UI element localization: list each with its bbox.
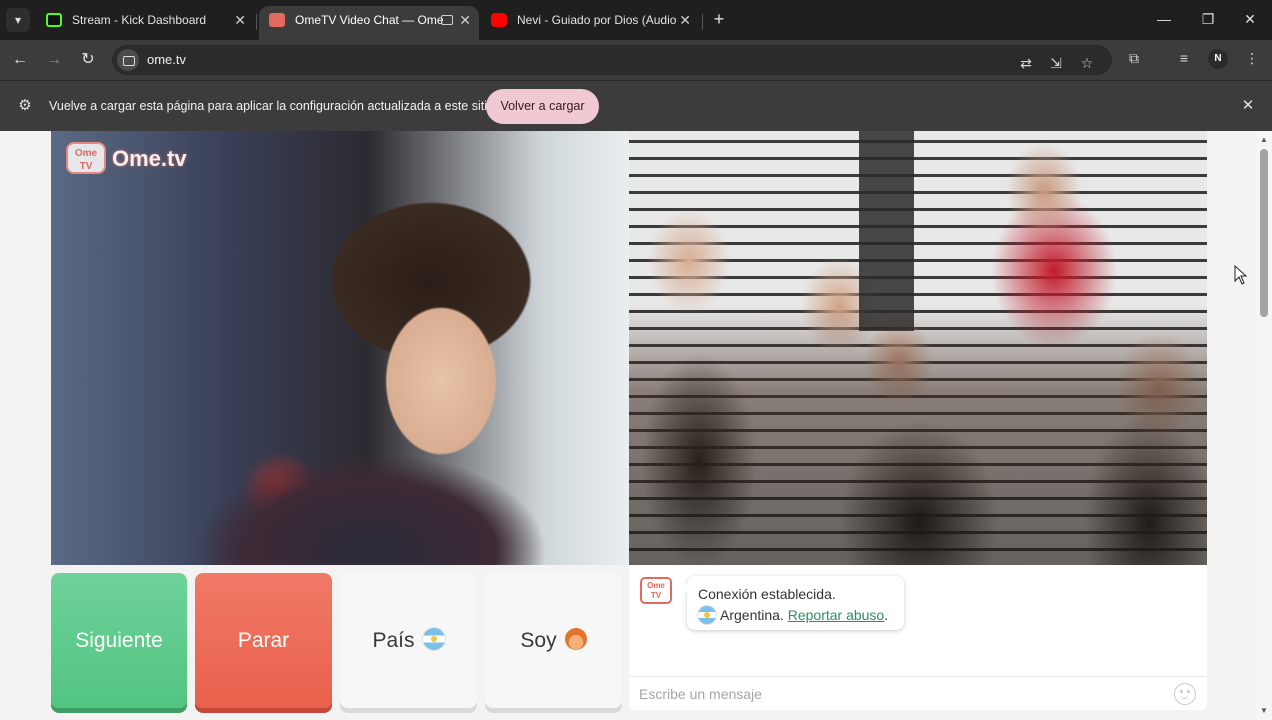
local-video — [51, 131, 629, 565]
gender-select-button[interactable]: Soy — [485, 573, 622, 708]
scrollbar-thumb[interactable] — [1260, 149, 1268, 317]
stop-button-label: Parar — [237, 628, 290, 652]
minimize-icon[interactable]: — — [1152, 8, 1176, 30]
tab-separator — [702, 14, 703, 30]
browser-titlebar: ▾ Stream - Kick Dashboard ✕ OmeTV Video … — [0, 0, 1272, 40]
tab-title: OmeTV Video Chat — Ome — [295, 13, 444, 27]
report-suffix: . — [884, 607, 889, 623]
youtube-favicon-icon — [491, 13, 507, 27]
partner-country-line: Argentina. Reportar abuso. — [698, 605, 893, 626]
tab-close-icon[interactable]: ✕ — [459, 6, 471, 34]
infobar-message: Vuelve a cargar esta página para aplicar… — [49, 99, 494, 113]
forward-icon[interactable]: → — [43, 49, 65, 71]
next-button[interactable]: Siguiente — [51, 573, 187, 708]
tab-search-icon[interactable]: ▾ — [6, 8, 30, 32]
gear-icon: ⚙ — [18, 97, 32, 114]
ometv-favicon-icon — [269, 13, 285, 27]
install-app-icon[interactable]: ⇲ — [1047, 54, 1065, 72]
message-input[interactable] — [639, 683, 1159, 705]
message-input-bar — [629, 676, 1207, 710]
remote-video — [629, 131, 1207, 565]
reload-icon[interactable]: ↻ — [77, 49, 99, 71]
system-message-bubble: Conexión establecida. Argentina. Reporta… — [681, 576, 904, 630]
tab-separator — [256, 14, 257, 30]
next-button-label: Siguiente — [75, 628, 163, 652]
page-scrollbar[interactable]: ▲ ▼ — [1256, 131, 1272, 720]
reload-infobar: ⚙ Vuelve a cargar esta página para aplic… — [0, 80, 1272, 131]
tab-close-icon[interactable]: ✕ — [234, 6, 246, 34]
country-button-label: País — [372, 628, 415, 652]
ometv-chat-logo-icon: Ome TV — [640, 577, 672, 604]
tab-youtube-nevi[interactable]: Nevi - Guiado por Dios (Audio ✕ — [481, 6, 699, 40]
person-emoji-icon — [564, 627, 587, 650]
remote-video-shade — [629, 131, 1207, 565]
bookmark-star-icon[interactable]: ☆ — [1078, 54, 1096, 72]
profile-avatar[interactable]: N — [1208, 49, 1228, 69]
chat-logo-text: Ome TV — [647, 581, 665, 600]
reload-page-button[interactable]: Volver a cargar — [486, 89, 599, 124]
me-button-label: Soy — [520, 628, 557, 652]
window-close-icon[interactable]: ✕ — [1238, 8, 1262, 30]
site-info-icon[interactable] — [117, 49, 139, 71]
report-abuse-link[interactable]: Reportar abuso — [788, 607, 885, 623]
infobar-close-icon[interactable]: ✕ — [1238, 96, 1258, 116]
extensions-icon[interactable]: ⧉ — [1125, 49, 1143, 67]
url-text[interactable]: ome.tv — [147, 45, 186, 75]
country-filter-button[interactable]: País — [340, 573, 477, 708]
tab-media-icon — [441, 15, 453, 25]
argentina-flag-icon — [422, 627, 445, 650]
tab-close-icon[interactable]: ✕ — [679, 6, 691, 34]
argentina-flag-icon — [698, 606, 716, 625]
media-queue-icon[interactable]: ≡ — [1175, 49, 1193, 67]
back-icon[interactable]: ← — [9, 49, 31, 71]
watermark-logo-text: Ome TV — [74, 148, 98, 172]
browser-toolbar: ← → ↻ ome.tv ⇄ ⇲ ☆ ⧉ ≡ ⋮ — [0, 40, 1272, 80]
browser-menu-icon[interactable]: ⋮ — [1243, 49, 1261, 67]
new-tab-icon[interactable]: + — [708, 8, 730, 30]
address-bar[interactable]: ome.tv ⇄ ⇲ ☆ — [112, 45, 1112, 75]
restore-icon[interactable]: ❐ — [1196, 8, 1220, 30]
tab-kick-dashboard[interactable]: Stream - Kick Dashboard ✕ — [36, 6, 254, 40]
chat-panel: Ome TV Conexión establecida. Argentina. … — [629, 565, 1207, 710]
scroll-down-icon[interactable]: ▼ — [1259, 706, 1269, 716]
emoji-picker-icon[interactable] — [1174, 683, 1196, 705]
stop-button[interactable]: Parar — [195, 573, 332, 708]
tab-ometv[interactable]: OmeTV Video Chat — Ome ✕ — [259, 6, 479, 40]
partner-country: Argentina. — [720, 607, 784, 623]
translate-icon[interactable]: ⇄ — [1017, 54, 1035, 72]
tab-title: Nevi - Guiado por Dios (Audio — [517, 13, 677, 27]
watermark-brand: Ome.tv — [112, 146, 187, 171]
scroll-up-icon[interactable]: ▲ — [1259, 135, 1269, 145]
connection-status: Conexión establecida. — [698, 586, 836, 602]
kick-favicon-icon — [46, 13, 62, 27]
ometv-logo-icon: Ome TV — [66, 142, 106, 174]
tab-title: Stream - Kick Dashboard — [72, 13, 207, 27]
